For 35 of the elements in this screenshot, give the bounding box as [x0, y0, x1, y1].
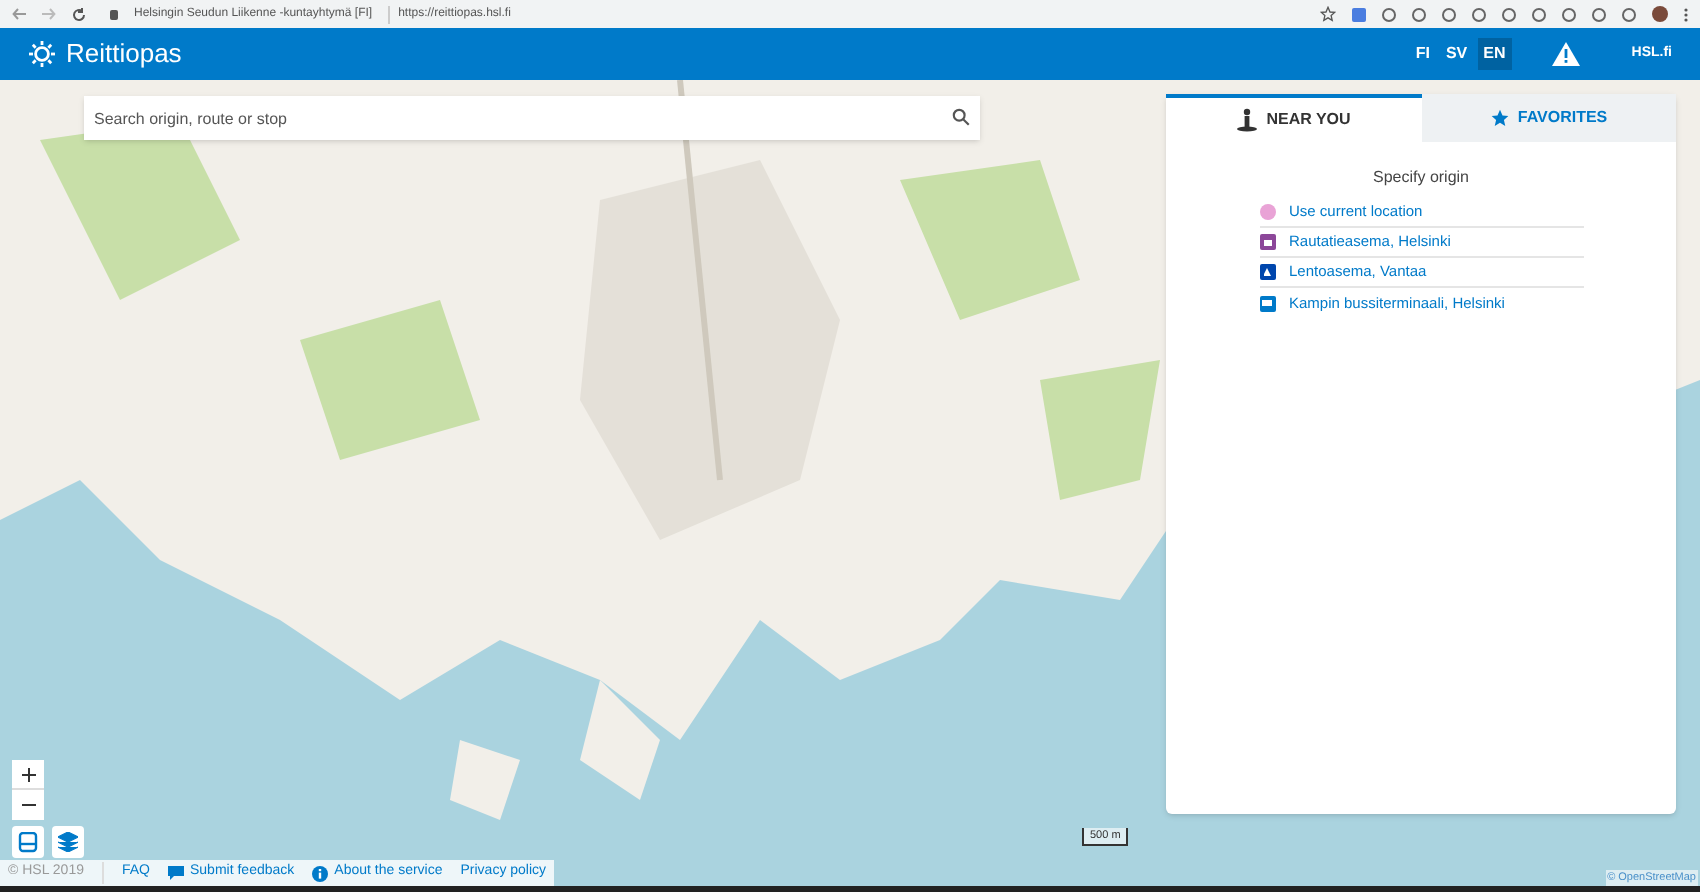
- lock-icon: [110, 9, 118, 19]
- language-button[interactable]: SV: [1439, 38, 1474, 70]
- extension-icon[interactable]: [1502, 7, 1516, 21]
- person-pin-icon: [1236, 108, 1259, 132]
- bus-button[interactable]: [12, 826, 44, 858]
- bookmark-star-icon[interactable]: [1320, 6, 1336, 22]
- extension-icon[interactable]: [1592, 7, 1606, 21]
- reload-icon[interactable]: [72, 7, 86, 21]
- sun-logo-icon: [28, 40, 56, 68]
- info-icon: [312, 865, 329, 881]
- extension-icon[interactable]: [1562, 7, 1576, 21]
- extension-icon[interactable]: [1532, 7, 1546, 21]
- panel-tab[interactable]: NEAR YOU: [1166, 94, 1421, 142]
- search-icon[interactable]: [952, 108, 970, 126]
- panel-heading: Specify origin: [1372, 166, 1470, 190]
- extension-icon[interactable]: [1382, 7, 1396, 21]
- extension-icon[interactable]: [1622, 7, 1636, 21]
- star-icon: [1489, 108, 1510, 128]
- app-logo-text: Reittiopas: [66, 36, 182, 73]
- extension-icon[interactable]: [1412, 7, 1426, 21]
- panel-tab[interactable]: FAVORITES: [1421, 94, 1676, 142]
- layers-icon: [58, 832, 78, 852]
- back-icon[interactable]: [12, 8, 26, 20]
- language-button[interactable]: FI: [1409, 38, 1436, 70]
- avatar-icon[interactable]: [1652, 6, 1668, 22]
- minus-icon: [21, 804, 35, 806]
- layers-button[interactable]: [52, 826, 84, 858]
- warning-icon[interactable]: [1551, 42, 1580, 66]
- language-button[interactable]: EN: [1477, 38, 1512, 70]
- speech-bubble-icon: [168, 866, 184, 880]
- translate-icon[interactable]: [1352, 7, 1366, 21]
- search-field[interactable]: Search origin, route or stop: [84, 96, 980, 140]
- plus-icon: [21, 767, 35, 781]
- extension-icon[interactable]: [1472, 7, 1486, 21]
- extension-icon[interactable]: [1442, 7, 1456, 21]
